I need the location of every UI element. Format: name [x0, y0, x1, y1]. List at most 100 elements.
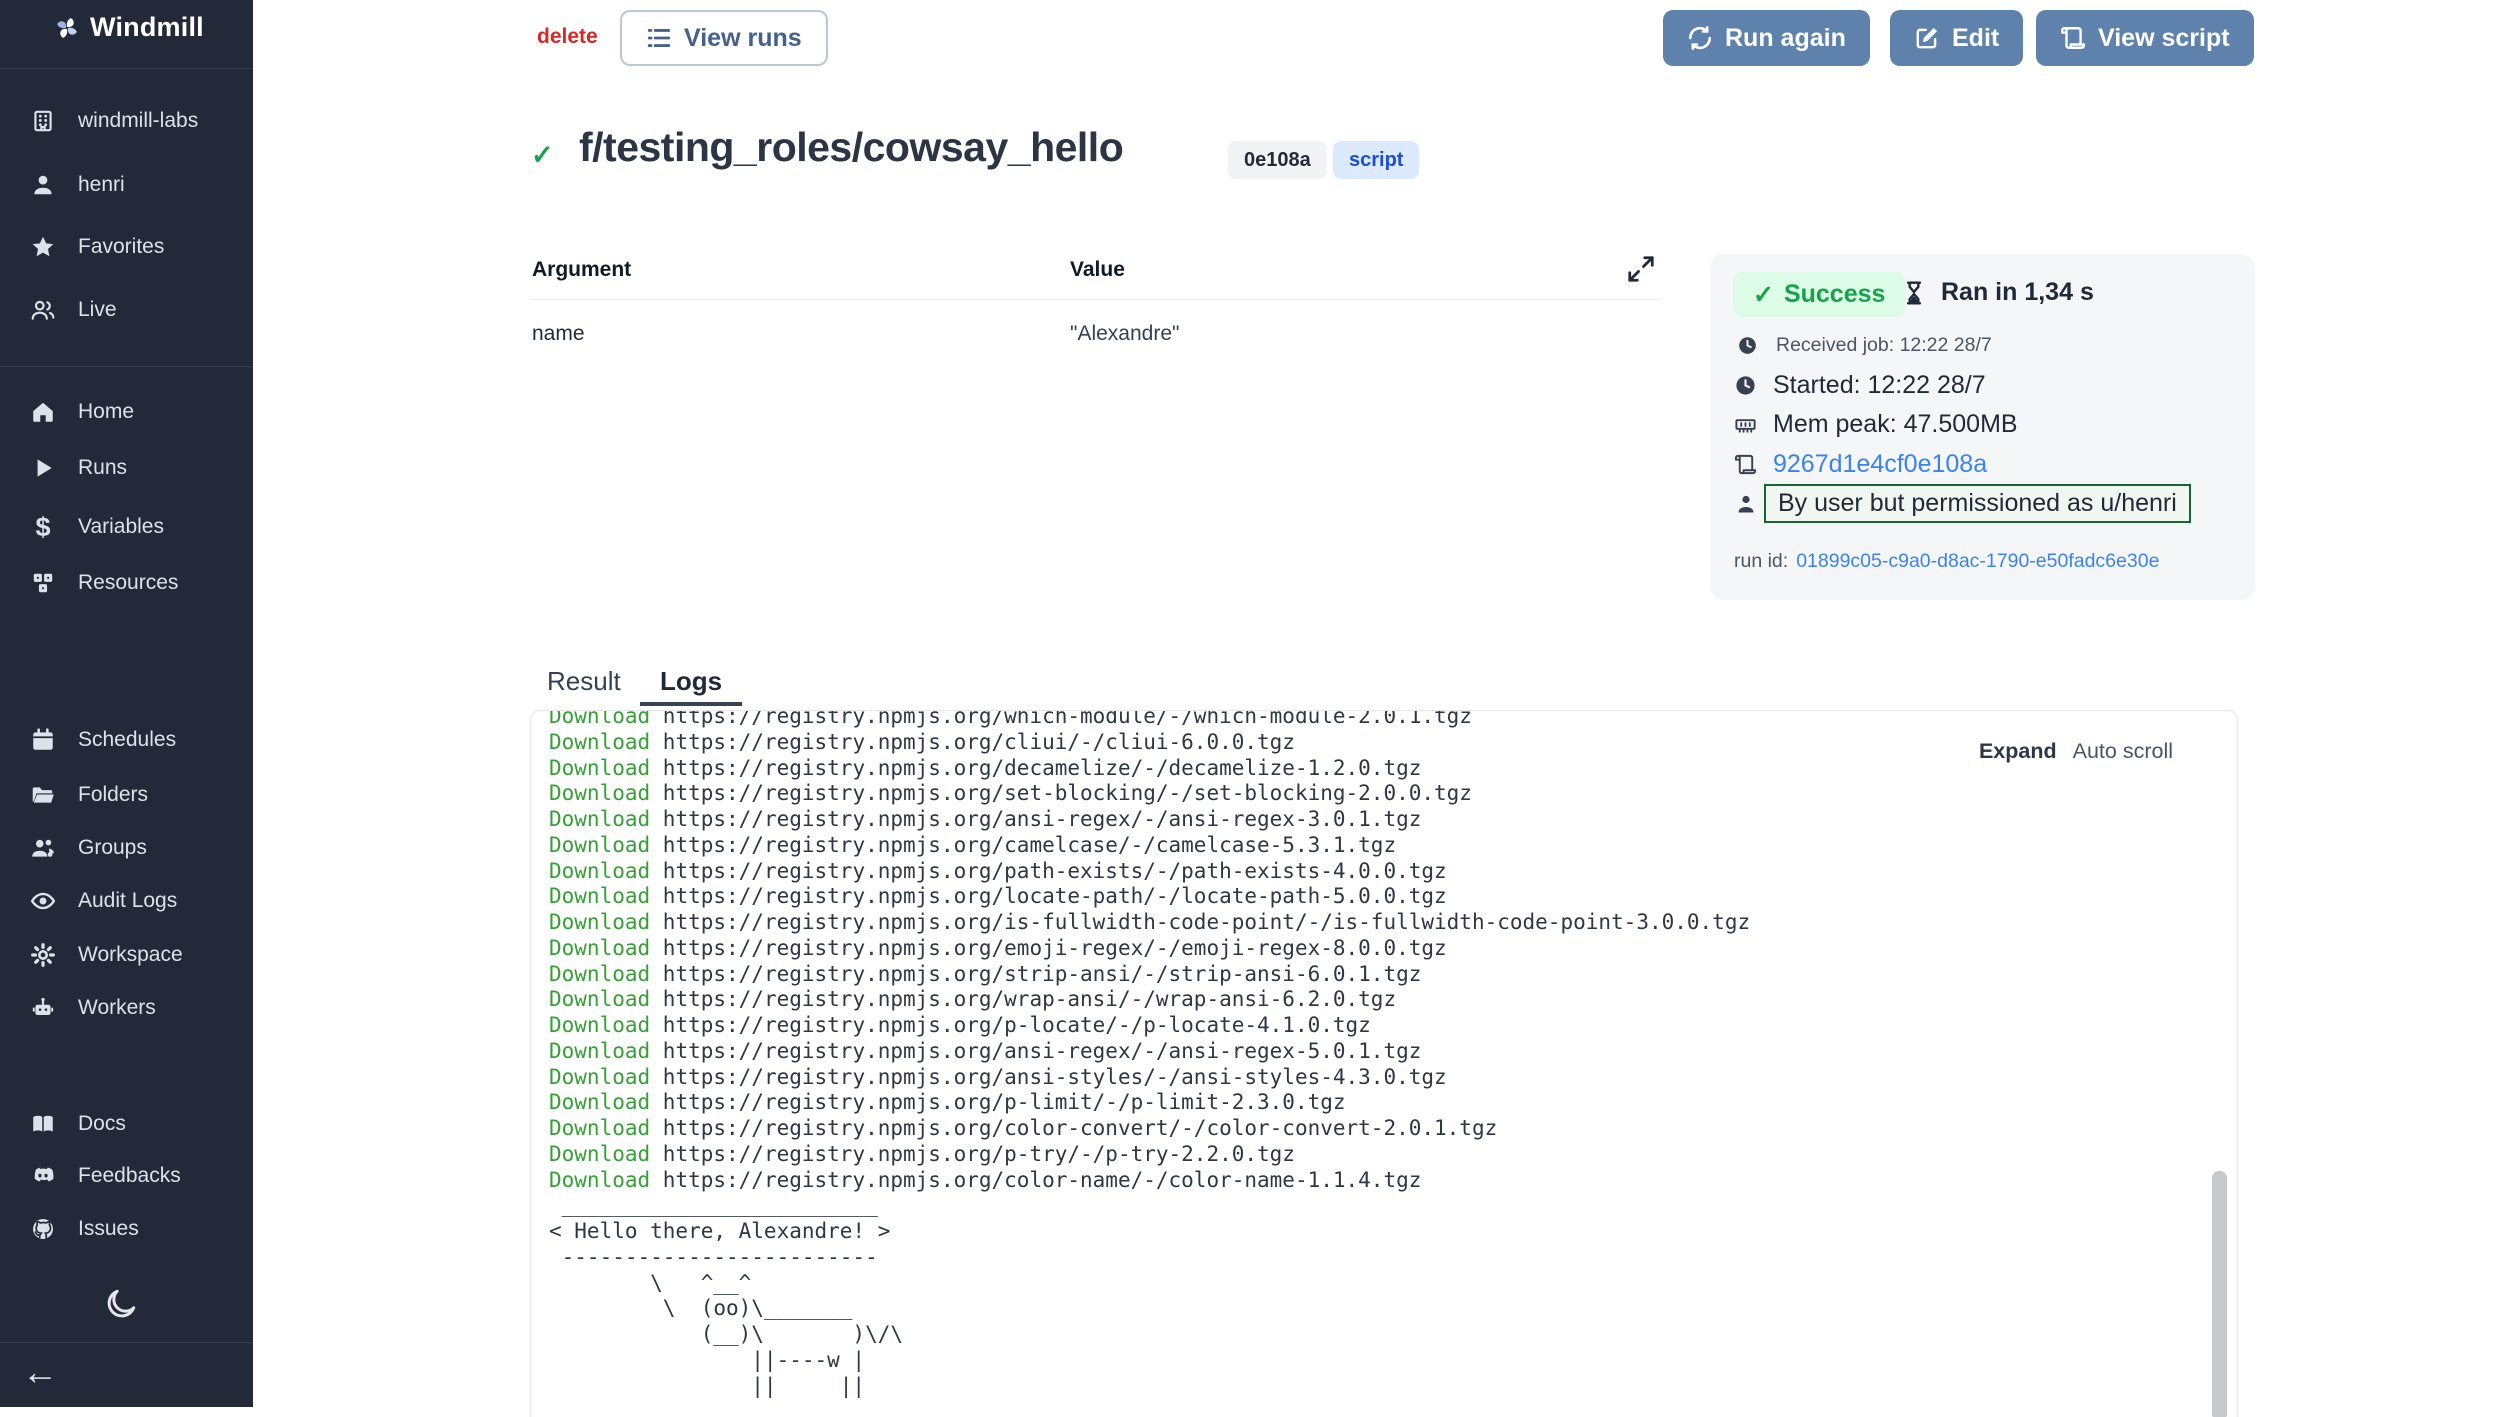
- sidebar-item-label: Groups: [78, 836, 147, 860]
- sidebar-item-groups[interactable]: Groups: [30, 826, 147, 870]
- play-icon: [30, 455, 56, 481]
- windmill-logo[interactable]: Windmill: [54, 12, 204, 43]
- status-row: ✓ Success: [1733, 272, 1905, 317]
- home-icon: [30, 399, 56, 425]
- started-row: Started: 12:22 28/7: [1734, 371, 1986, 400]
- cowsay-line: < Hello there, Alexandre! >: [549, 1219, 2237, 1245]
- sidebar-item-label: Feedbacks: [78, 1164, 181, 1188]
- memory-icon: [1734, 413, 1757, 436]
- script-hash-link[interactable]: 9267d1e4cf0e108a: [1773, 450, 1987, 479]
- expand-logs-button[interactable]: Expand: [1979, 739, 2057, 764]
- maximize-args-button[interactable]: [1626, 254, 1656, 284]
- view-runs-label: View runs: [684, 24, 802, 53]
- log-line: Downloadhttps://registry.npmjs.org/p-try…: [549, 1142, 2237, 1168]
- permission-row: By user but permissioned as u/henri: [1734, 484, 2191, 523]
- duration-text: Ran in 1,34 s: [1941, 278, 2094, 307]
- sidebar-item-label: Resources: [78, 571, 178, 595]
- sidebar-item-workspace-switcher[interactable]: windmill-labs: [30, 99, 198, 143]
- sidebar-item-label: Audit Logs: [78, 889, 177, 913]
- cowsay-line: ||----w |: [549, 1348, 2237, 1374]
- sidebar-item-label: Favorites: [78, 235, 164, 259]
- sidebar-item-label: Live: [78, 298, 117, 322]
- log-line: Downloadhttps://registry.npmjs.org/color…: [549, 1168, 2237, 1194]
- check-icon: ✓: [1753, 280, 1774, 310]
- sidebar-item-resources[interactable]: Resources: [30, 561, 178, 605]
- sidebar-item-live[interactable]: Live: [30, 288, 117, 332]
- tab-logs[interactable]: Logs: [640, 660, 742, 706]
- edit-button[interactable]: Edit: [1890, 10, 2023, 66]
- sidebar-item-label: windmill-labs: [78, 109, 198, 133]
- user-group-icon: [30, 835, 56, 861]
- windmill-pinwheel-icon: [54, 15, 80, 41]
- run-id-link[interactable]: 01899c05-c9a0-d8ac-1790-e50fadc6e30e: [1796, 550, 2159, 573]
- collapse-sidebar-button[interactable]: ←: [22, 1352, 58, 1392]
- refresh-icon: [1687, 25, 1713, 51]
- sidebar-item-schedules[interactable]: Schedules: [30, 718, 176, 762]
- cowsay-line: -------------------------: [549, 1245, 2237, 1271]
- log-download-tag: Download: [549, 1039, 650, 1063]
- clock-icon: [1734, 374, 1757, 397]
- log-download-tag: Download: [549, 1142, 650, 1166]
- status-label: Success: [1784, 280, 1885, 309]
- sidebar-divider: [0, 68, 253, 69]
- tab-result[interactable]: Result: [527, 660, 641, 702]
- run-id-label: run id:: [1734, 550, 1788, 573]
- page-title: f/testing_roles/cowsay_hello: [579, 124, 1123, 171]
- log-download-tag: Download: [549, 910, 650, 934]
- log-content: Downloadhttps://registry.npmjs.org/which…: [531, 710, 2237, 1399]
- log-line: Downloadhttps://registry.npmjs.org/ansi-…: [549, 1039, 2237, 1065]
- sidebar-item-favorites[interactable]: Favorites: [30, 225, 164, 269]
- sidebar-item-audit-logs[interactable]: Audit Logs: [30, 879, 177, 923]
- log-line: Downloadhttps://registry.npmjs.org/color…: [549, 1116, 2237, 1142]
- sidebar-item-issues[interactable]: Issues: [30, 1207, 139, 1251]
- list-icon: [646, 25, 672, 51]
- sidebar-item-docs[interactable]: Docs: [30, 1102, 126, 1146]
- dark-mode-toggle[interactable]: [103, 1286, 139, 1322]
- sidebar-item-user[interactable]: henri: [30, 163, 125, 207]
- sidebar-item-label: henri: [78, 173, 125, 197]
- log-download-tag: Download: [549, 807, 650, 831]
- boxes-icon: [30, 570, 56, 596]
- person-icon: [1734, 492, 1758, 516]
- run-again-button[interactable]: Run again: [1663, 10, 1870, 66]
- calendar-icon: [30, 727, 56, 753]
- duration-row: Ran in 1,34 s: [1901, 278, 2094, 307]
- log-download-tag: Download: [549, 1116, 650, 1140]
- log-line: Downloadhttps://registry.npmjs.org/set-b…: [549, 781, 2237, 807]
- sidebar-item-label: Docs: [78, 1112, 126, 1136]
- log-line: Downloadhttps://registry.npmjs.org/emoji…: [549, 936, 2237, 962]
- sidebar-item-variables[interactable]: $ Variables: [30, 505, 164, 549]
- log-download-tag: Download: [549, 1013, 650, 1037]
- log-download-tag: Download: [549, 730, 650, 754]
- cowsay-line: || ||: [549, 1374, 2237, 1400]
- view-script-button[interactable]: View script: [2036, 10, 2254, 66]
- edit-icon: [1914, 25, 1940, 51]
- log-line: Downloadhttps://registry.npmjs.org/which…: [549, 710, 2237, 730]
- sidebar-item-label: Folders: [78, 783, 148, 807]
- arg-name-cell: name: [532, 322, 585, 346]
- received-row: Received job: 12:22 28/7: [1737, 334, 1992, 357]
- run-id-row: run id: 01899c05-c9a0-d8ac-1790-e50fadc6…: [1734, 550, 2159, 573]
- log-scrollbar-thumb[interactable]: [2212, 1171, 2227, 1417]
- book-open-icon: [30, 1111, 56, 1137]
- app-window: Windmill windmill-labs henri Favorites: [0, 0, 2500, 1417]
- sidebar-item-home[interactable]: Home: [30, 390, 134, 434]
- column-header-argument: Argument: [532, 258, 631, 282]
- maximize-icon: [1626, 254, 1656, 284]
- sidebar-item-feedbacks[interactable]: Feedbacks: [30, 1154, 181, 1198]
- arg-value-cell: "Alexandre": [1070, 322, 1179, 346]
- view-runs-button[interactable]: View runs: [620, 10, 828, 66]
- edit-label: Edit: [1952, 24, 1999, 53]
- sidebar-item-workers[interactable]: Workers: [30, 986, 156, 1030]
- sidebar-item-runs[interactable]: Runs: [30, 446, 127, 490]
- sidebar-item-workspace-settings[interactable]: Workspace: [30, 933, 183, 977]
- sidebar-item-label: Runs: [78, 456, 127, 480]
- log-line: Downloadhttps://registry.npmjs.org/path-…: [549, 859, 2237, 885]
- sidebar-item-folders[interactable]: Folders: [30, 773, 148, 817]
- job-hash-badge: 0e108a: [1228, 141, 1327, 179]
- cowsay-line: \ (oo)\_______: [549, 1296, 2237, 1322]
- autoscroll-toggle[interactable]: Auto scroll: [2073, 739, 2173, 764]
- sidebar-item-label: Home: [78, 400, 134, 424]
- delete-button[interactable]: delete: [537, 25, 598, 49]
- log-viewer[interactable]: Downloadhttps://registry.npmjs.org/which…: [530, 710, 2238, 1417]
